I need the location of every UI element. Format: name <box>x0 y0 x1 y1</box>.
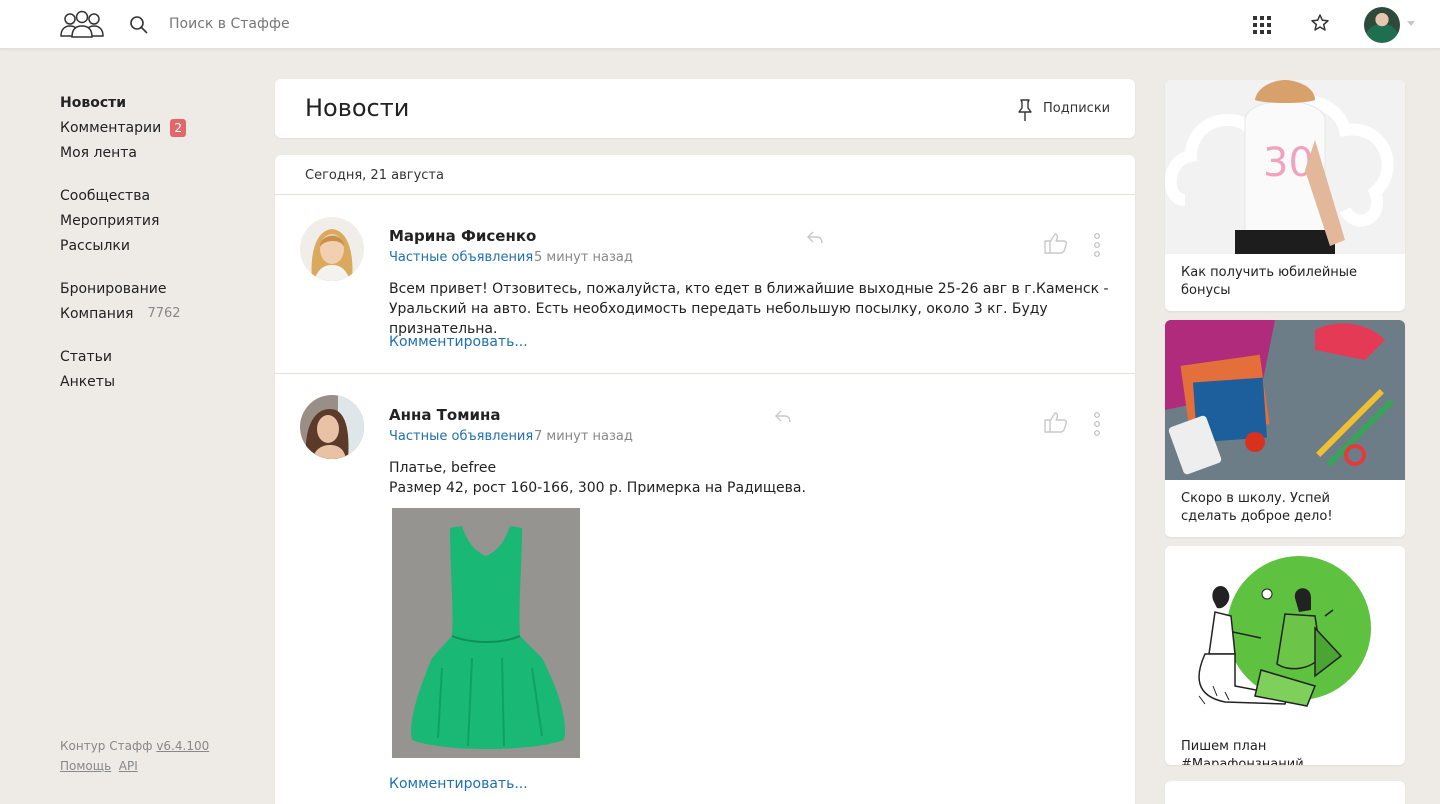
author-avatar[interactable] <box>300 395 364 459</box>
staff-logo-icon[interactable] <box>59 9 105 39</box>
subscriptions-link[interactable]: Подписки <box>1043 101 1110 116</box>
post-text-line: Платье, befree <box>389 460 497 476</box>
more-options-icon[interactable] <box>1093 232 1101 258</box>
comments-count-badge: 2 <box>170 118 187 137</box>
top-bar <box>0 0 1440 49</box>
nav-item-label: Мероприятия <box>60 212 160 229</box>
page-header-card: Новости Подписки <box>275 79 1135 138</box>
post-category-link[interactable]: Частные объявления <box>389 250 533 265</box>
nav-item-label: Моя лента <box>60 144 137 161</box>
promo-image <box>1165 546 1405 728</box>
nav-item-label: Новости <box>60 94 127 111</box>
version-link[interactable]: v6.4.100 <box>156 739 209 753</box>
promo-image <box>1165 320 1405 480</box>
footer: Контур Стафф v6.4.100 Помощь API <box>60 736 209 776</box>
chevron-down-icon[interactable] <box>1406 20 1416 28</box>
nav-item-mailings[interactable]: Рассылки <box>60 233 250 258</box>
post-author-name[interactable]: Анна Томина <box>389 406 500 424</box>
comment-link[interactable]: Комментировать... <box>389 776 528 792</box>
page-title: Новости <box>305 94 410 122</box>
nav-item-label: Статьи <box>60 348 113 365</box>
nav-item-label: Бронирование <box>60 280 167 297</box>
help-link[interactable]: Помощь <box>60 759 111 773</box>
like-icon[interactable] <box>1044 411 1068 433</box>
post-author-name[interactable]: Марина Фисенко <box>389 227 536 245</box>
nav-item-news[interactable]: Новости <box>60 90 250 115</box>
nav-item-surveys[interactable]: Анкеты <box>60 369 250 394</box>
promo-card[interactable] <box>1165 781 1405 804</box>
nav-item-company[interactable]: Компания 7762 <box>60 301 250 326</box>
company-employee-count: 7762 <box>147 306 181 321</box>
reply-icon[interactable] <box>774 409 792 423</box>
nav-item-label: Рассылки <box>60 237 130 254</box>
nav-item-events[interactable]: Мероприятия <box>60 208 250 233</box>
promo-image: 30 <box>1165 80 1405 254</box>
promo-caption: Как получить юбилейные бонусы <box>1181 265 1358 298</box>
post-photo[interactable] <box>392 508 580 758</box>
nav-item-my-feed[interactable]: Моя лента <box>60 140 250 165</box>
user-avatar[interactable] <box>1364 7 1400 43</box>
post-timestamp[interactable]: 5 минут назад <box>534 250 633 265</box>
promo-card[interactable]: 30 Как получить юбилейные бонусы <box>1165 80 1405 311</box>
pin-icon[interactable] <box>1016 98 1034 122</box>
promo-caption: Скоро в школу. Успей сделать доброе дело… <box>1181 491 1333 524</box>
comment-link[interactable]: Комментировать... <box>389 334 528 350</box>
product-name: Контур Стафф <box>60 739 153 753</box>
nav-item-comments[interactable]: Комментарии 2 <box>60 115 250 140</box>
nav-item-label: Комментарии <box>60 119 162 136</box>
post-category-link[interactable]: Частные объявления <box>389 429 533 444</box>
date-header: Сегодня, 21 августа <box>275 155 1135 195</box>
nav-item-label: Компания <box>60 305 134 322</box>
feed-post: Анна Томина Частные объявления 7 минут н… <box>275 374 1135 804</box>
like-icon[interactable] <box>1044 232 1068 254</box>
nav-item-booking[interactable]: Бронирование <box>60 276 250 301</box>
reply-icon[interactable] <box>806 230 824 244</box>
post-text-line: Размер 42, рост 160-166, 300 р. Примерка… <box>389 480 806 496</box>
news-feed: Сегодня, 21 августа Марина Фисенко Частн… <box>275 155 1135 804</box>
author-avatar[interactable] <box>300 217 364 281</box>
promo-caption: Пишем план #Марафонзнаний <box>1181 739 1304 765</box>
more-options-icon[interactable] <box>1093 411 1101 437</box>
left-navigation: Новости Комментарии 2 Моя лента Сообществ… <box>60 90 250 394</box>
search-icon[interactable] <box>129 15 149 35</box>
promo-card[interactable]: Пишем план #Марафонзнаний <box>1165 546 1405 765</box>
post-timestamp[interactable]: 7 минут назад <box>534 429 633 444</box>
api-link[interactable]: API <box>119 759 138 773</box>
promo-card[interactable]: Скоро в школу. Успей сделать доброе дело… <box>1165 320 1405 537</box>
svg-text:30: 30 <box>1263 140 1314 186</box>
favorites-star-icon[interactable] <box>1310 13 1330 33</box>
feed-post: Марина Фисенко Частные объявления 5 мину… <box>275 195 1135 374</box>
nav-item-communities[interactable]: Сообщества <box>60 183 250 208</box>
post-text: Всем привет! Отзовитесь, пожалуйста, кто… <box>389 281 1109 337</box>
nav-item-label: Сообщества <box>60 187 151 204</box>
nav-item-articles[interactable]: Статьи <box>60 344 250 369</box>
apps-grid-icon[interactable] <box>1252 15 1272 35</box>
search-input[interactable] <box>160 10 460 38</box>
nav-item-label: Анкеты <box>60 373 116 390</box>
